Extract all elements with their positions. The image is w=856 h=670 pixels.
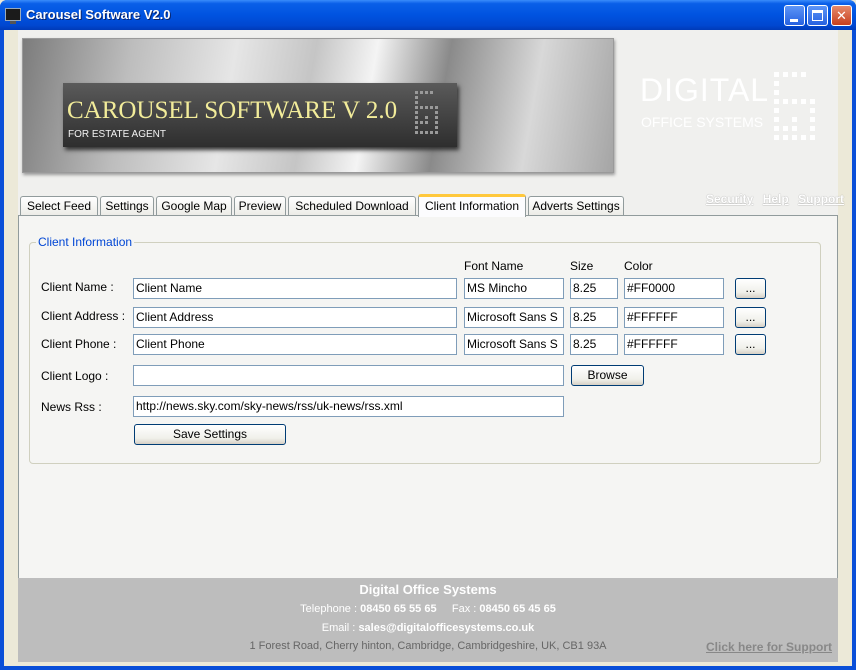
- footer-email-line: Email : sales@digitalofficesystems.co.uk: [18, 622, 838, 634]
- tab-client-information[interactable]: Client Information: [418, 194, 526, 217]
- header-banner: CAROUSEL SOFTWARE V 2.0 FOR ESTATE AGENT: [22, 38, 614, 173]
- minimize-icon: [790, 19, 798, 22]
- brand-digital-text: DIGITAL: [640, 72, 770, 108]
- client-phone-size-input[interactable]: 8.25: [570, 334, 618, 355]
- tab-settings[interactable]: Settings: [100, 196, 154, 216]
- client-logo-input[interactable]: [133, 365, 564, 386]
- browse-button[interactable]: Browse: [571, 365, 644, 386]
- telephone-number: 08450 65 55 65: [360, 603, 437, 615]
- dotted-logo-icon: [415, 91, 438, 134]
- footer-company: Digital Office Systems: [359, 582, 497, 597]
- client-address-label: Client Address :: [41, 309, 126, 323]
- client-address-color-input[interactable]: #FFFFFF: [624, 307, 724, 328]
- client-area: CAROUSEL SOFTWARE V 2.0 FOR ESTATE AGENT: [4, 30, 852, 666]
- fax-label: Fax :: [451, 603, 477, 615]
- tab-adverts-settings[interactable]: Adverts Settings: [528, 196, 624, 216]
- top-links: Security Help Support: [700, 192, 844, 206]
- title-bar[interactable]: Carousel Software V2.0 ✕: [0, 0, 856, 30]
- maximize-button[interactable]: [807, 5, 828, 26]
- column-header-color: Color: [624, 259, 653, 273]
- email-address: sales@digitalofficesystems.co.uk: [358, 622, 535, 634]
- client-phone-input[interactable]: Client Phone: [133, 334, 457, 355]
- client-address-size-input[interactable]: 8.25: [570, 307, 618, 328]
- footer-contact-line: Telephone : 08450 65 55 65 Fax : 08450 6…: [18, 603, 838, 615]
- minimize-button[interactable]: [784, 5, 805, 26]
- window-title: Carousel Software V2.0: [26, 7, 171, 22]
- fax-number: 08450 65 45 65: [479, 603, 556, 615]
- tab-scheduled-download[interactable]: Scheduled Download: [288, 196, 416, 216]
- security-link[interactable]: Security: [706, 192, 753, 206]
- client-address-input[interactable]: Client Address: [133, 307, 457, 328]
- client-name-input[interactable]: Client Name: [133, 278, 457, 299]
- support-link[interactable]: Support: [798, 192, 844, 206]
- close-button[interactable]: ✕: [831, 5, 852, 26]
- footer: Digital Office Systems Telephone : 08450…: [18, 578, 838, 662]
- support-footer-link[interactable]: Click here for Support: [706, 640, 832, 654]
- news-rss-label: News Rss :: [41, 400, 102, 414]
- client-name-color-input[interactable]: #FF0000: [624, 278, 724, 299]
- banner-title: CAROUSEL SOFTWARE V 2.0: [67, 97, 398, 124]
- column-header-font: Font Name: [464, 259, 524, 273]
- email-label: Email :: [321, 622, 356, 634]
- monitor-icon[interactable]: [5, 8, 21, 24]
- news-rss-input[interactable]: http://news.sky.com/sky-news/rss/uk-news…: [133, 396, 564, 417]
- brand-office-text: OFFICE SYSTEMS: [641, 114, 764, 130]
- client-logo-label: Client Logo :: [41, 369, 109, 383]
- column-header-size: Size: [570, 259, 594, 273]
- client-information-panel: Client Information Font Name Size Color …: [18, 215, 838, 580]
- banner-plate: CAROUSEL SOFTWARE V 2.0 FOR ESTATE AGENT: [63, 83, 457, 147]
- client-phone-font-input[interactable]: Microsoft Sans S: [464, 334, 564, 355]
- save-settings-button[interactable]: Save Settings: [134, 424, 286, 445]
- client-name-font-input[interactable]: MS Mincho: [464, 278, 564, 299]
- group-title: Client Information: [36, 235, 135, 249]
- client-phone-color-input[interactable]: #FFFFFF: [624, 334, 724, 355]
- client-name-label: Client Name :: [41, 280, 114, 294]
- client-address-font-input[interactable]: Microsoft Sans S: [464, 307, 564, 328]
- tab-select-feed[interactable]: Select Feed: [20, 196, 98, 216]
- tab-google-map[interactable]: Google Map: [156, 196, 232, 216]
- brand-logo: DIGITAL OFFICE SYSTEMS: [640, 72, 820, 142]
- client-phone-label: Client Phone :: [41, 337, 117, 351]
- digital-six-logo-icon: [774, 72, 815, 140]
- help-link[interactable]: Help: [763, 192, 789, 206]
- client-name-color-picker-button[interactable]: ...: [735, 278, 766, 299]
- maximize-icon: [812, 10, 823, 21]
- client-name-size-input[interactable]: 8.25: [570, 278, 618, 299]
- telephone-label: Telephone :: [300, 603, 358, 615]
- client-address-color-picker-button[interactable]: ...: [735, 307, 766, 328]
- tab-preview[interactable]: Preview: [234, 196, 286, 216]
- close-icon: ✕: [836, 8, 847, 23]
- client-phone-color-picker-button[interactable]: ...: [735, 334, 766, 355]
- app-window: Carousel Software V2.0 ✕ CAROUSEL SOFTWA…: [0, 0, 856, 670]
- banner-subtitle: FOR ESTATE AGENT: [68, 129, 166, 140]
